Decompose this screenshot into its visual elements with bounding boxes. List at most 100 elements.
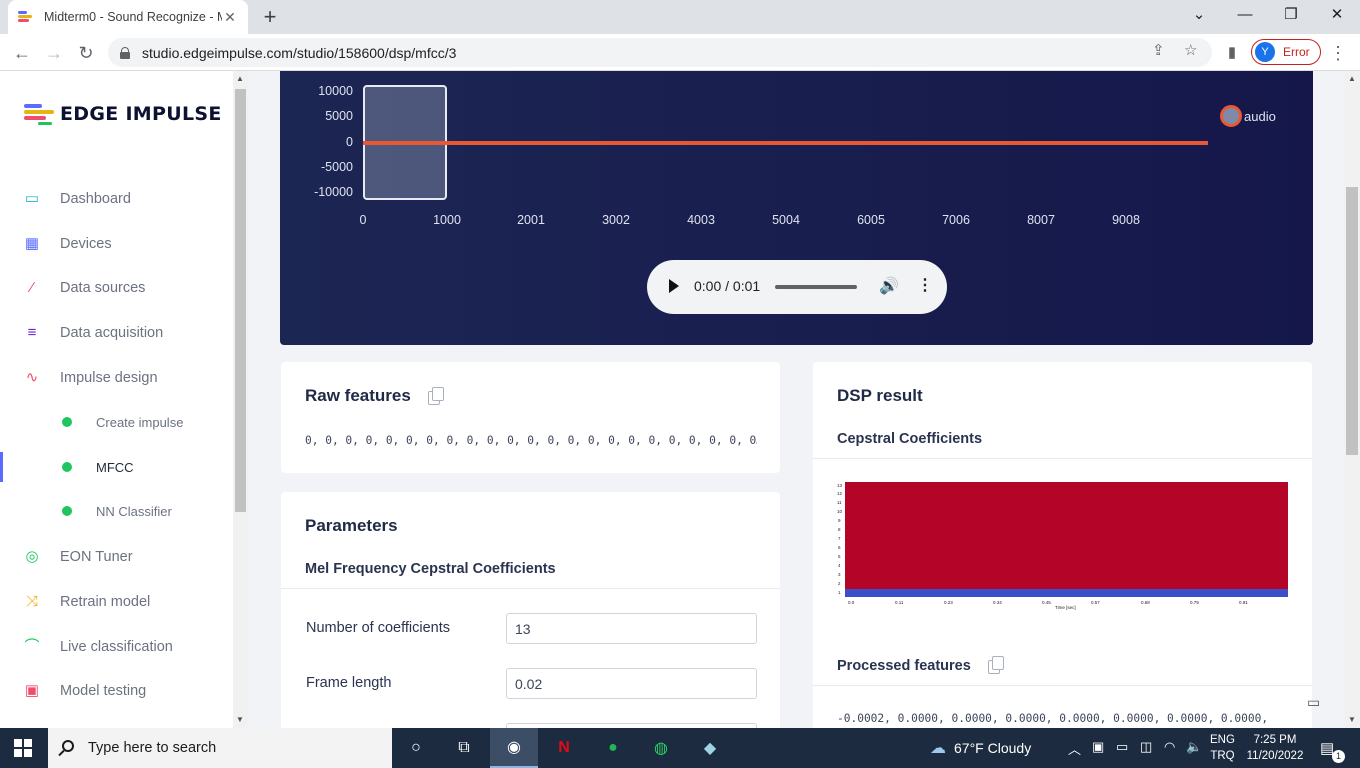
tab-search-icon[interactable]: ⌄ — [1176, 0, 1222, 30]
feedback-icon[interactable]: ▭ — [1307, 694, 1329, 712]
sidebar-item-label: Retrain model — [60, 594, 151, 610]
network-icon[interactable]: ◫ — [1140, 739, 1152, 755]
player-more-icon[interactable]: ⋮ — [917, 275, 933, 295]
share-icon[interactable]: ⇪ — [1152, 41, 1165, 59]
battery-icon[interactable]: ▭ — [1116, 739, 1128, 755]
windows-start-icon[interactable] — [14, 739, 32, 757]
wifi-icon[interactable]: ◠ — [1164, 739, 1175, 755]
maximize-button[interactable]: ❐ — [1268, 0, 1314, 30]
x-tick: 0.45 — [1042, 600, 1051, 605]
language-indicator[interactable]: ENG TRQ — [1210, 732, 1235, 764]
back-button[interactable]: ← — [9, 40, 35, 66]
tray-app-icon[interactable]: ▣ — [1092, 739, 1104, 755]
sidebar-item-model-testing[interactable]: ▣ Model testing — [0, 676, 233, 706]
netflix-app-icon[interactable]: N — [540, 728, 588, 768]
sidebar-item-eon-tuner[interactable]: ◎ EON Tuner — [0, 542, 233, 572]
browser-tab[interactable]: Midterm0 - Sound Recognize - M ✕ — [8, 0, 248, 34]
compass-icon: ◎ — [25, 548, 39, 565]
sidebar-subitem-label: MFCC — [96, 459, 134, 475]
scroll-up-icon[interactable]: ▲ — [1348, 74, 1356, 83]
chrome-app-icon[interactable]: ◉ — [490, 728, 538, 768]
whatsapp-app-icon[interactable]: ◍ — [637, 728, 685, 768]
weather-text: 67°F Cloudy — [954, 740, 1032, 756]
y-tick: 11 — [837, 500, 842, 505]
forward-button[interactable]: → — [41, 40, 67, 66]
weather-widget[interactable]: ☁ 67°F Cloudy — [930, 738, 1031, 758]
sidebar-subitem-create-impulse[interactable]: Create impulse — [0, 407, 233, 437]
copy-icon[interactable] — [428, 387, 444, 405]
close-window-button[interactable]: ✕ — [1314, 0, 1360, 30]
y-tick: 2 — [838, 581, 841, 586]
side-panel-icon[interactable]: ▮ — [1219, 40, 1245, 66]
player-time: 0:00 / 0:01 — [694, 278, 761, 294]
sidebar-scrollbar[interactable]: ▲ ▼ — [233, 71, 248, 728]
reload-button[interactable]: ↻ — [73, 40, 99, 66]
raw-features-values: 0, 0, 0, 0, 0, 0, 0, 0, 0, 0, 0, 0, 0, 0… — [305, 434, 757, 447]
chart-legend[interactable]: audio — [1220, 105, 1276, 127]
y-tick: 7 — [838, 536, 841, 541]
notepad-app-icon[interactable]: ◆ — [686, 728, 734, 768]
frame-length-input[interactable] — [506, 668, 757, 699]
param-label-coefficients: Number of coefficients — [306, 620, 450, 636]
sidebar-item-data-sources[interactable]: ⁄ Data sources — [0, 273, 233, 303]
clock[interactable]: 7:25 PM 11/20/2022 — [1244, 732, 1306, 764]
raw-features-card: Raw features 0, 0, 0, 0, 0, 0, 0, 0, 0, … — [281, 362, 780, 473]
task-view-circle-icon[interactable]: ○ — [392, 728, 440, 768]
sidebar-subitem-mfcc[interactable]: MFCC — [0, 452, 233, 482]
logo[interactable]: EDGE IMPULSE — [24, 103, 222, 125]
sidebar-item-data-acquisition[interactable]: ≡ Data acquisition — [0, 318, 233, 348]
dsp-result-subtitle: Cepstral Coefficients — [837, 431, 983, 447]
new-tab-button[interactable]: + — [258, 4, 282, 30]
bookmark-star-icon[interactable]: ☆ — [1184, 41, 1197, 59]
profile-button[interactable]: Y Error — [1251, 39, 1321, 65]
notification-count-badge: 1 — [1332, 750, 1345, 763]
play-icon[interactable] — [669, 279, 679, 293]
scrollbar-thumb[interactable] — [235, 89, 246, 512]
scroll-up-icon[interactable]: ▲ — [236, 74, 244, 83]
sidebar-item-devices[interactable]: ▦ Devices — [0, 229, 233, 259]
seek-bar[interactable] — [775, 285, 857, 289]
param-label-frame-length: Frame length — [306, 675, 392, 691]
sidebar-item-dashboard[interactable]: ▭ Dashboard — [0, 184, 233, 214]
tab-close-icon[interactable]: ✕ — [222, 9, 238, 26]
dsp-result-title: DSP result — [837, 386, 923, 405]
x-tick: 0.0 — [848, 600, 855, 605]
sidebar-subitem-nn-classifier[interactable]: NN Classifier — [0, 496, 233, 526]
taskbar: Type here to search ○ ⧉ ◉ N ● ◍ ◆ ☁ 67°F… — [0, 728, 1360, 768]
waveform-panel: 10000 5000 0 -5000 -10000 0 1000 2001 30… — [280, 71, 1313, 345]
y-tick: 12 — [837, 491, 843, 496]
logo-text: EDGE IMPULSE — [60, 103, 222, 125]
audio-player: 0:00 / 0:01 🔊 ⋮ — [647, 260, 947, 314]
copy-icon[interactable] — [988, 656, 1004, 674]
pulse-icon: ∿ — [25, 369, 39, 386]
task-view-icon[interactable]: ⧉ — [440, 728, 488, 768]
x-tick: 0 — [359, 213, 367, 227]
profile-status: Error — [1283, 45, 1310, 59]
minimize-button[interactable]: — — [1222, 0, 1268, 30]
sidebar: EDGE IMPULSE ▭ Dashboard ▦ Devices ⁄ Dat… — [0, 71, 233, 728]
search-placeholder: Type here to search — [88, 740, 217, 756]
menu-dots-icon[interactable]: ⋮ — [1325, 40, 1351, 66]
y-tick: 4 — [838, 563, 841, 568]
chip-icon: ▦ — [24, 235, 40, 252]
sidebar-item-retrain-model[interactable]: ⤨ Retrain model — [0, 587, 233, 617]
x-tick: 0.11 — [895, 600, 904, 605]
sidebar-item-impulse-design[interactable]: ∿ Impulse design — [0, 363, 233, 393]
spotify-app-icon[interactable]: ● — [589, 728, 637, 768]
address-bar[interactable]: studio.edgeimpulse.com/studio/158600/dsp… — [108, 38, 1212, 67]
scroll-down-icon[interactable]: ▼ — [1348, 715, 1356, 724]
y-tick: 9 — [838, 518, 841, 523]
scroll-down-icon[interactable]: ▼ — [236, 715, 244, 724]
sidebar-item-label: Live classification — [60, 639, 173, 655]
lock-icon — [120, 46, 130, 59]
volume-icon[interactable]: 🔈 — [1186, 739, 1202, 755]
coefficients-input[interactable] — [506, 613, 757, 644]
volume-icon[interactable]: 🔊 — [879, 276, 899, 296]
tray-chevron-icon[interactable]: ︿ — [1068, 739, 1081, 758]
taskbar-search[interactable]: Type here to search — [48, 728, 392, 768]
browser-toolbar: ← → ↻ studio.edgeimpulse.com/studio/1586… — [0, 34, 1360, 71]
tab-strip: Midterm0 - Sound Recognize - M ✕ + ⌄ — ❐… — [0, 0, 1360, 34]
scrollbar-thumb[interactable] — [1346, 187, 1358, 455]
sidebar-item-live-classification[interactable]: ⌒ Live classification — [0, 632, 233, 662]
main-scrollbar[interactable]: ▲ ▼ — [1344, 71, 1360, 728]
